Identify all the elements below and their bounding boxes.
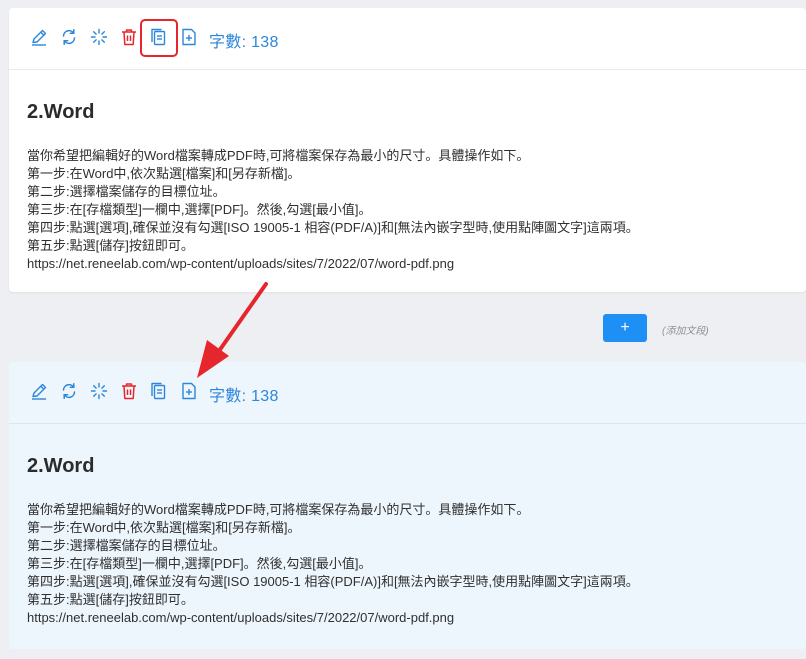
delete-icon[interactable] [119,27,139,47]
paragraph-line: 第二步:選擇檔案儲存的目標位址。 [27,538,226,553]
paragraph-line: 第一步:在Word中,依次點選[檔案]和[另存新檔]。 [27,166,301,181]
paragraph-line: 第五步:點選[儲存]按鈕即可。 [27,592,194,607]
refresh-icon[interactable] [59,27,79,47]
paragraph-line: 第四步:點選[選項],確保並沒有勾選[ISO 19005-1 相容(PDF/A)… [27,220,639,235]
add-doc-icon[interactable] [179,381,199,401]
word-count: 字數: 138 [209,34,279,51]
word-count: 字數: 138 [209,388,279,405]
add-paragraph-hint: (添加文段) [662,326,709,337]
paragraph-content[interactable]: 2.Word 當你希望把編輯好的Word檔案轉成PDF時,可將檔案保存為最小的尺… [27,99,796,273]
card-toolbar: 字數: 138 [9,8,806,70]
paragraph-url: https://net.reneelab.com/wp-content/uplo… [27,610,455,625]
add-paragraph-button[interactable]: + [603,314,647,342]
edit-icon[interactable] [29,27,49,47]
edit-icon[interactable] [29,381,49,401]
delete-icon[interactable] [119,381,139,401]
paragraph-card-2: 字數: 138 2.Word 當你希望把編輯好的Word檔案轉成PDF時,可將檔… [9,362,806,649]
paragraph-line: 第三步:在[存檔類型]一欄中,選擇[PDF]。然後,勾選[最小值]。 [27,556,372,571]
copy-icon[interactable] [149,381,169,401]
paragraph-line: 第四步:點選[選項],確保並沒有勾選[ISO 19005-1 相容(PDF/A)… [27,574,639,589]
add-doc-icon[interactable] [179,27,199,47]
paragraph-content[interactable]: 2.Word 當你希望把編輯好的Word檔案轉成PDF時,可將檔案保存為最小的尺… [27,453,796,627]
paragraph-line: 第三步:在[存檔類型]一欄中,選擇[PDF]。然後,勾選[最小值]。 [27,202,372,217]
highlight-box [140,19,178,57]
paragraph-line: 第二步:選擇檔案儲存的目標位址。 [27,184,226,199]
paragraph-line: 第五步:點選[儲存]按鈕即可。 [27,238,194,253]
paragraph-card-1: 字數: 138 2.Word 當你希望把編輯好的Word檔案轉成PDF時,可將檔… [9,8,806,292]
paragraph-line: 當你希望把編輯好的Word檔案轉成PDF時,可將檔案保存為最小的尺寸。具體操作如… [27,148,530,163]
paragraph-line: 第一步:在Word中,依次點選[檔案]和[另存新檔]。 [27,520,301,535]
paragraph-url: https://net.reneelab.com/wp-content/uplo… [27,256,455,271]
section-heading: 2.Word [27,101,95,123]
paragraph-line: 當你希望把編輯好的Word檔案轉成PDF時,可將檔案保存為最小的尺寸。具體操作如… [27,502,530,517]
refresh-icon[interactable] [59,381,79,401]
card-toolbar: 字數: 138 [9,362,806,424]
sparkle-icon[interactable] [89,27,109,47]
section-heading: 2.Word [27,455,95,477]
sparkle-icon[interactable] [89,381,109,401]
